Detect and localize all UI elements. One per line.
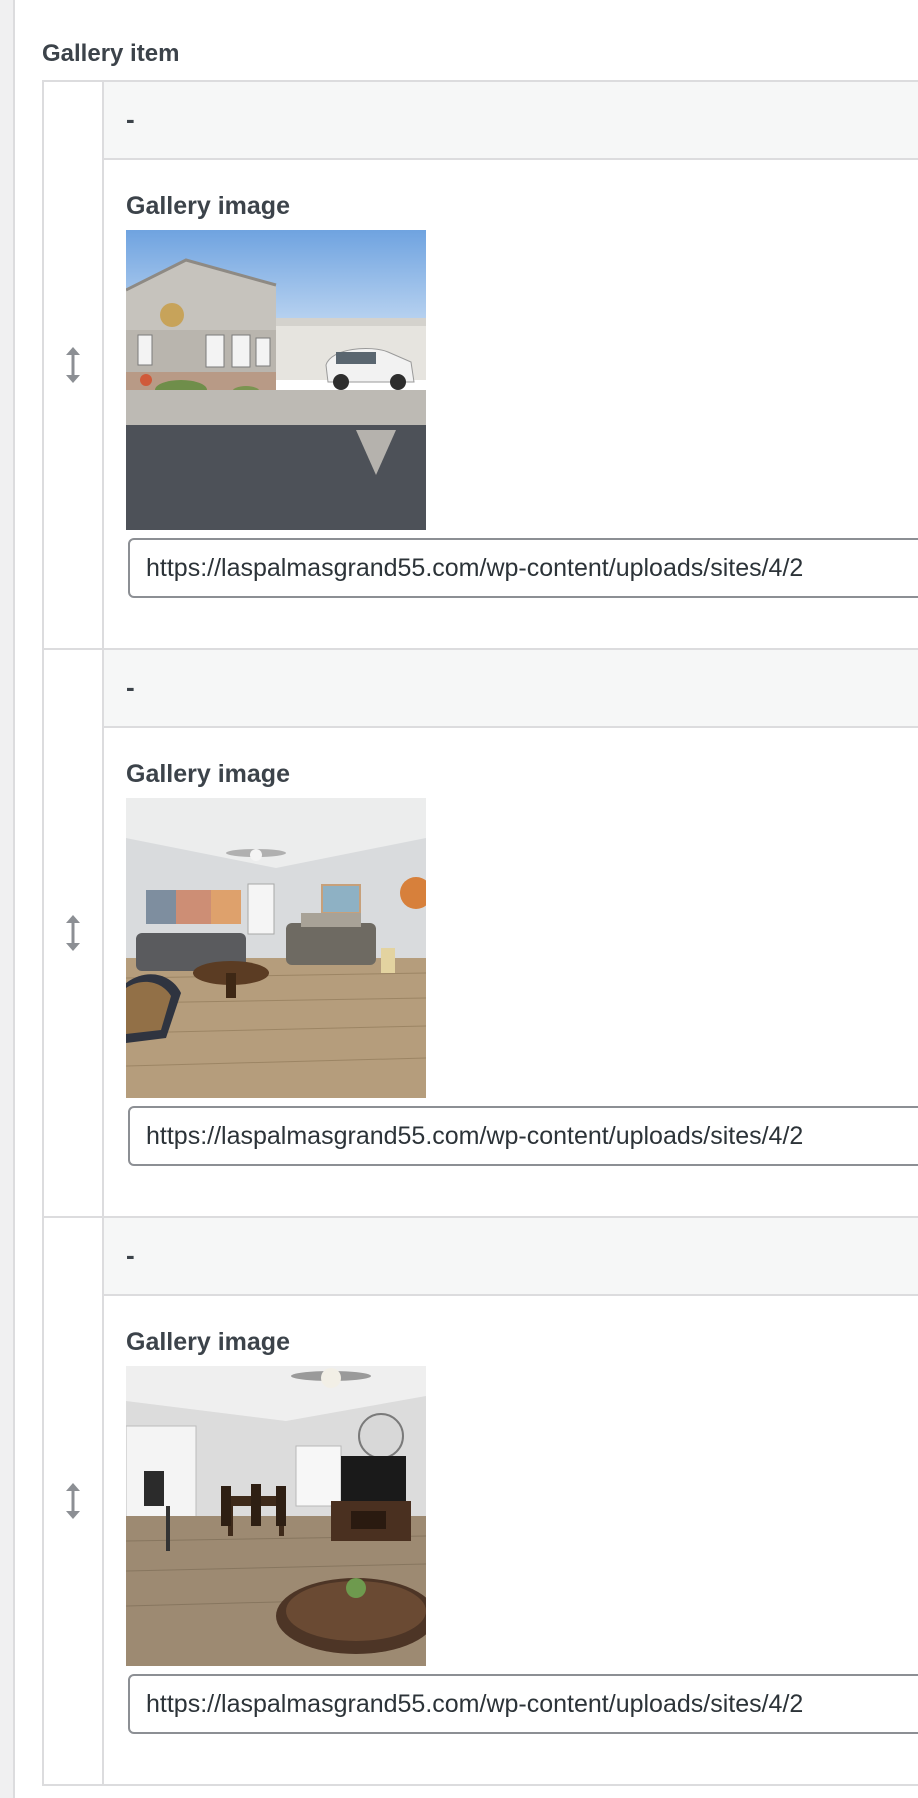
kitchen-dining-photo[interactable] [126,1366,426,1666]
row-drag-handle[interactable] [44,1218,104,1784]
repeater-row: - Gallery image [44,82,918,650]
row-drag-handle[interactable] [44,82,104,648]
row-header[interactable]: - [104,82,918,160]
image-url-input[interactable] [128,538,918,598]
row-title: - [126,672,135,702]
gallery-repeater: - Gallery image https://laspalmasgrand55… [42,80,918,1786]
repeater-row: - Gallery image [44,650,918,1218]
reorder-arrows-icon [66,915,80,951]
row-body: Gallery image [104,728,918,1216]
gallery-image-label: Gallery image [126,760,290,788]
page: Gallery item - Gallery image https://las… [0,0,918,1798]
gallery-image-label: Gallery image [126,192,290,220]
house-exterior-photo[interactable] [126,230,426,530]
reorder-arrows-icon [66,1483,80,1519]
image-url-input[interactable] [128,1674,918,1734]
row-title: - [126,1240,135,1270]
reorder-arrows-icon [66,347,80,383]
row-header[interactable]: - [104,1218,918,1296]
row-body: Gallery image [104,1296,918,1784]
row-header[interactable]: - [104,650,918,728]
gallery-image-label: Gallery image [126,1328,290,1356]
row-body: Gallery image [104,160,918,648]
row-drag-handle[interactable] [44,650,104,1216]
living-room-photo[interactable] [126,798,426,1098]
admin-left-edge [0,0,15,1798]
row-title: - [126,104,135,134]
field-label-gallery-item: Gallery item [42,40,180,67]
repeater-row: - Gallery image [44,1218,918,1786]
image-url-input[interactable] [128,1106,918,1166]
